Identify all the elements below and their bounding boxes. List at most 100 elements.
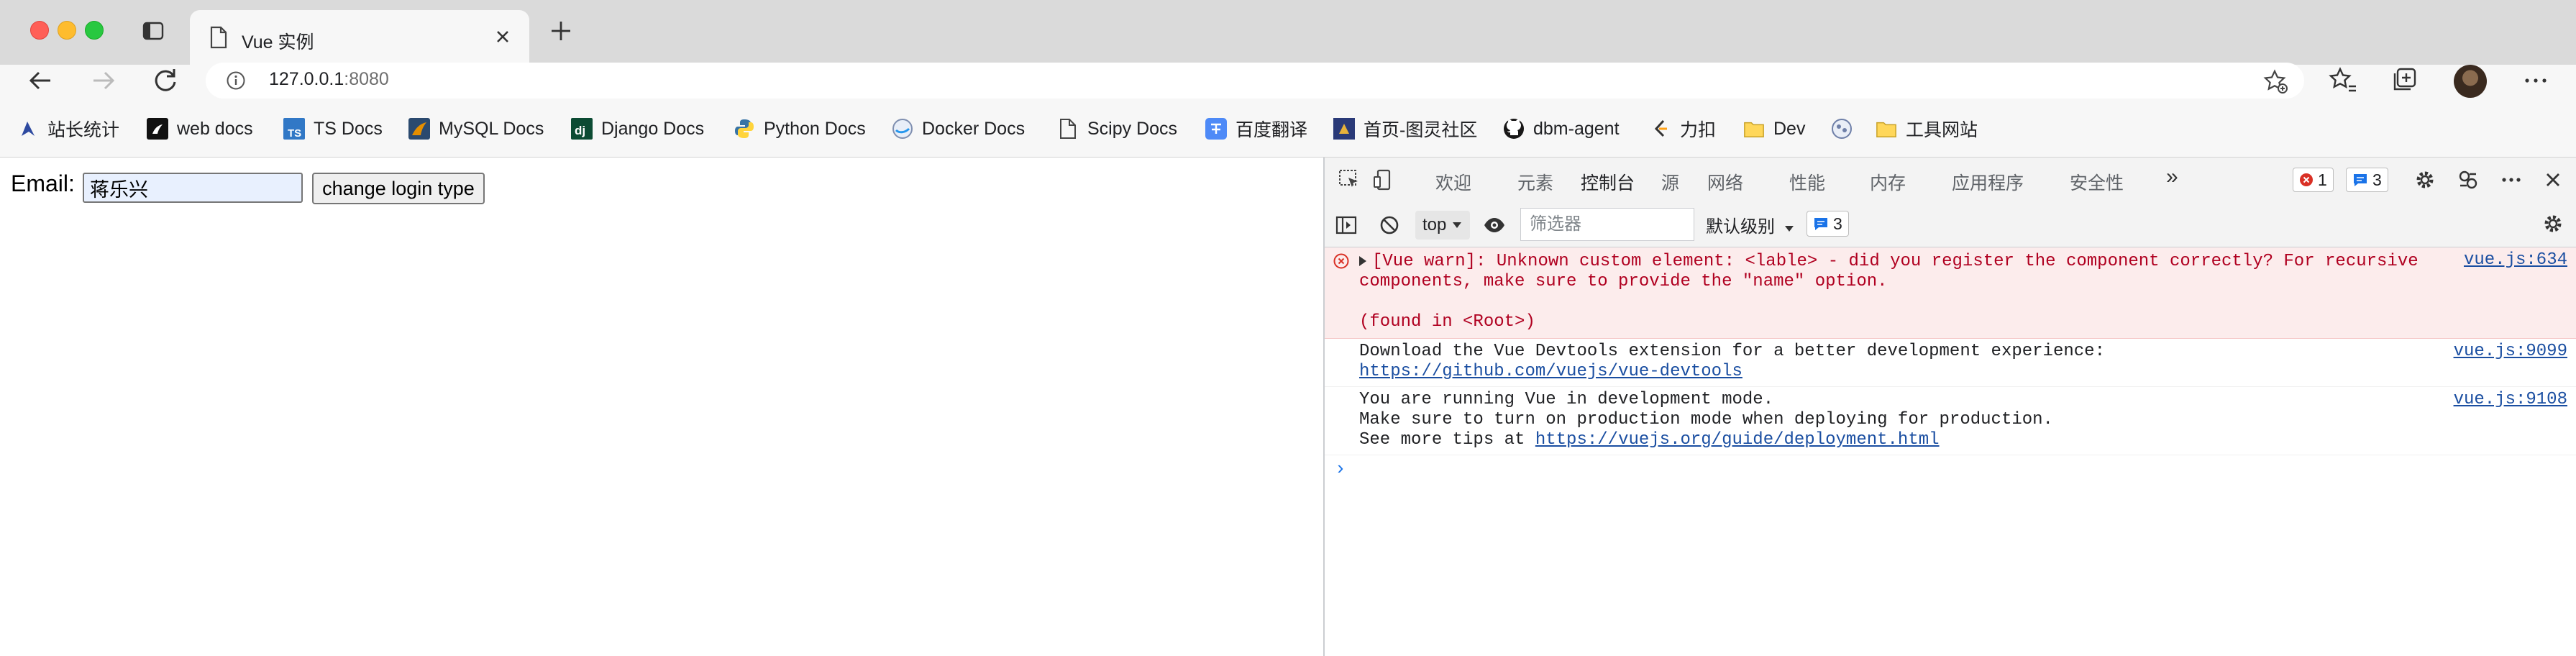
clear-console-icon[interactable] — [1378, 214, 1401, 237]
bookmark-docker-docs[interactable]: Docker Docs — [892, 117, 1025, 141]
page-icon — [210, 26, 227, 49]
prompt-chevron-icon: › — [1335, 458, 1346, 480]
url-text[interactable]: 127.0.0.1:8080 — [269, 69, 389, 90]
bookmark-turing-community[interactable]: 首页-图灵社区 — [1333, 117, 1477, 141]
bookmark-dbm-agent[interactable]: dbm-agent — [1503, 117, 1620, 141]
favorites-icon[interactable] — [2327, 65, 2359, 96]
forward-icon[interactable] — [88, 65, 119, 96]
bookmark-analytics[interactable]: 站长统计 — [17, 117, 119, 141]
sidebar-toggle-icon[interactable] — [1335, 214, 1358, 237]
bookmark-web-docs[interactable]: web docs — [147, 117, 253, 141]
bookmark-favicon-only[interactable] — [1831, 117, 1853, 141]
bookmark-folder-dev[interactable]: Dev — [1743, 117, 1805, 141]
svg-text:TS: TS — [288, 127, 301, 140]
reload-icon[interactable] — [150, 65, 181, 96]
more-tabs-button[interactable]: » — [2166, 165, 2178, 189]
email-label: Email: — [11, 170, 75, 196]
console-message-log[interactable]: Download the Vue Devtools extension for … — [1325, 339, 2576, 387]
message-count-badge[interactable]: 3 — [2346, 168, 2388, 192]
dropdown-arrow-icon — [1453, 222, 1462, 228]
close-devtools-icon[interactable] — [2541, 168, 2564, 191]
live-expression-eye-icon[interactable] — [1483, 214, 1506, 237]
console-prompt[interactable]: › — [1325, 455, 2576, 484]
console-settings-gear-icon[interactable] — [2541, 212, 2564, 235]
source-link[interactable]: vue.js:9108 — [2454, 390, 2567, 410]
tab-security[interactable]: 安全性 — [2070, 169, 2124, 195]
folder-icon — [1743, 118, 1765, 140]
svg-text:dj: dj — [575, 124, 585, 137]
tab-console[interactable]: 控制台 — [1581, 169, 1635, 207]
tab-application[interactable]: 应用程序 — [1952, 169, 2024, 195]
leetcode-icon — [1650, 118, 1671, 140]
new-tab-icon[interactable] — [548, 18, 574, 44]
error-count-badge[interactable]: 1 — [2293, 168, 2334, 192]
mysql-icon — [408, 118, 430, 140]
bookmark-ts-docs[interactable]: TS TS Docs — [283, 117, 383, 141]
more-options-icon[interactable] — [2520, 65, 2552, 96]
bookmark-favicon — [1831, 118, 1853, 140]
github-icon — [1503, 118, 1525, 140]
add-favorite-icon[interactable] — [2262, 68, 2288, 94]
profile-avatar[interactable] — [2454, 65, 2487, 98]
bookmarks-bar: 站长统计 web docs TS TS Docs MySQL Docs dj D… — [0, 101, 2576, 158]
bookmark-mysql-docs[interactable]: MySQL Docs — [408, 117, 544, 141]
log-levels-dropdown[interactable]: 默认级别 — [1706, 212, 1794, 237]
browser-tab[interactable]: Vue 实例 — [190, 10, 529, 65]
close-window-button[interactable] — [30, 21, 49, 40]
deployment-link[interactable]: https://vuejs.org/guide/deployment.html — [1535, 430, 1940, 450]
inspect-element-icon[interactable] — [1338, 168, 1361, 191]
translate-icon — [1205, 118, 1227, 140]
tab-performance[interactable]: 性能 — [1789, 169, 1825, 195]
python-icon — [734, 118, 755, 140]
issues-count-badge[interactable]: 3 — [1807, 211, 1849, 237]
context-select[interactable]: top — [1415, 211, 1470, 240]
console-toolbar: top 默认级别 3 — [1325, 202, 2576, 247]
console-message-error[interactable]: [Vue warn]: Unknown custom element: <lab… — [1325, 247, 2576, 339]
settings-gear-icon[interactable] — [2413, 168, 2436, 191]
tab-network[interactable]: 网络 — [1707, 169, 1743, 195]
tab-memory[interactable]: 内存 — [1870, 169, 1906, 195]
site-info-icon[interactable] — [226, 70, 246, 91]
bookmark-leetcode[interactable]: 力扣 — [1650, 117, 1716, 141]
tab-actions-icon[interactable] — [141, 19, 165, 43]
minimize-window-button[interactable] — [58, 21, 76, 40]
mdn-icon — [147, 118, 168, 140]
source-link[interactable]: vue.js:9099 — [2454, 342, 2567, 362]
message-icon — [2354, 174, 2367, 186]
console-filter-input[interactable] — [1520, 208, 1694, 241]
back-icon[interactable] — [24, 65, 56, 96]
ts-icon: TS — [283, 118, 305, 140]
tab-title: Vue 实例 — [242, 32, 314, 53]
error-icon — [1333, 253, 1349, 269]
customize-devtools-icon[interactable] — [2457, 168, 2480, 191]
bookmark-django-docs[interactable]: dj Django Docs — [571, 117, 704, 141]
email-field[interactable] — [83, 173, 303, 203]
device-toolbar-icon[interactable] — [1372, 168, 1395, 191]
analytics-icon — [17, 118, 39, 140]
bookmark-python-docs[interactable]: Python Docs — [734, 117, 866, 141]
close-tab-icon[interactable] — [492, 26, 513, 47]
change-login-type-button[interactable]: change login type — [312, 173, 485, 204]
console-message-log[interactable]: You are running Vue in development mode.… — [1325, 387, 2576, 455]
address-bar[interactable]: 127.0.0.1:8080 — [206, 63, 2304, 99]
bookmark-baidu-translate[interactable]: 百度翻译 — [1205, 117, 1307, 141]
tab-sources[interactable]: 源 — [1661, 169, 1679, 195]
tab-elements[interactable]: 元素 — [1517, 169, 1553, 195]
navigation-bar: 127.0.0.1:8080 — [0, 63, 2576, 101]
bookmark-folder-tools[interactable]: 工具网站 — [1876, 117, 1978, 141]
error-icon — [2300, 173, 2313, 186]
django-icon: dj — [571, 118, 593, 140]
devtools-panel: 欢迎 元素 控制台 源 网络 性能 内存 应用程序 安全性 » 1 3 top … — [1323, 158, 2576, 656]
source-link[interactable]: vue.js:634 — [2464, 250, 2567, 270]
collections-icon[interactable] — [2389, 65, 2421, 96]
bookmark-scipy-docs[interactable]: Scipy Docs — [1057, 117, 1177, 141]
expand-triangle-icon[interactable] — [1359, 255, 1366, 266]
folder-icon — [1876, 118, 1897, 140]
page-content: Email: change login type — [0, 158, 1323, 656]
maximize-window-button[interactable] — [85, 21, 104, 40]
tab-strip: Vue 实例 — [0, 0, 2576, 65]
more-options-icon[interactable] — [2500, 168, 2523, 191]
devtools-link[interactable]: https://github.com/vuejs/vue-devtools — [1359, 362, 1743, 381]
tab-welcome[interactable]: 欢迎 — [1435, 169, 1471, 195]
docker-icon — [892, 118, 913, 140]
